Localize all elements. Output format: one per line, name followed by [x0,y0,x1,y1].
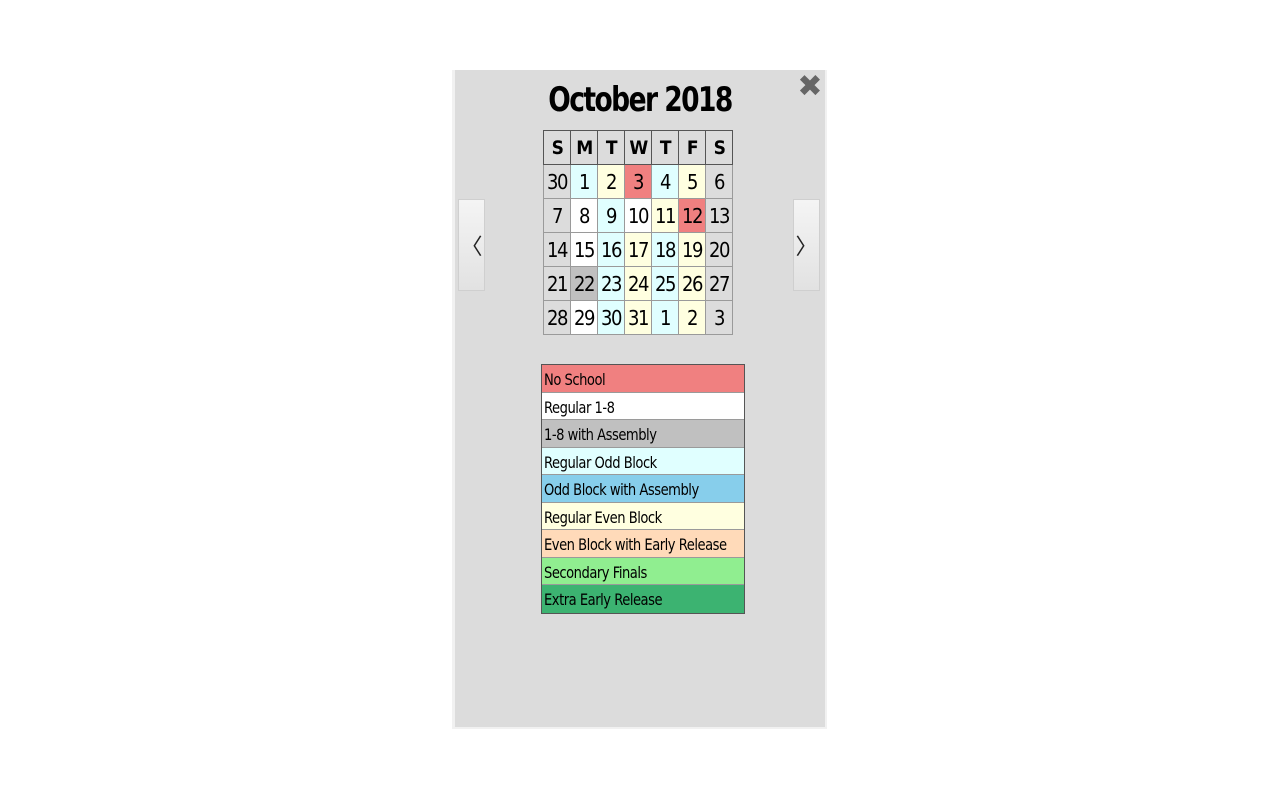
weekday-header: M [570,130,598,165]
legend-item: Regular Odd Block [542,447,744,475]
calendar-day-cell[interactable]: 13 [705,198,733,233]
calendar-day-cell[interactable]: 28 [543,300,571,335]
calendar-day-cell[interactable]: 14 [543,232,571,267]
chevron-left-icon: 〈 [460,235,483,260]
weekday-header: S [705,130,733,165]
weekday-header: T [597,130,625,165]
calendar-day-cell[interactable]: 16 [597,232,625,267]
calendar-day-cell[interactable]: 6 [705,164,733,199]
calendar-day-cell[interactable]: 8 [570,198,598,233]
legend-label: Regular 1-8 [544,397,615,417]
calendar-day-cell[interactable]: 9 [597,198,625,233]
calendar-day-cell[interactable]: 11 [651,198,679,233]
month-title: October 2018 [548,80,733,120]
previous-month-button[interactable]: 〈 [458,199,485,291]
calendar-day-cell[interactable]: 26 [678,266,706,301]
calendar-day-cell[interactable]: 3 [624,164,652,199]
legend-item: 1-8 with Assembly [542,420,744,448]
weekday-header-row: S M T W T F S [543,130,733,165]
calendar-day-cell[interactable]: 1 [570,164,598,199]
calendar-day-cell[interactable]: 2 [678,300,706,335]
calendar-day-cell[interactable]: 15 [570,232,598,267]
calendar-day-cell[interactable]: 3 [705,300,733,335]
calendar-day-cell[interactable]: 29 [570,300,598,335]
legend-label: No School [544,370,606,389]
legend-label: Regular Even Block [544,507,662,527]
legend-item: Regular Even Block [542,502,744,530]
legend-item: Odd Block with Assembly [542,475,744,503]
calendar-day-cell[interactable]: 18 [651,232,679,267]
next-month-button[interactable]: 〉 [793,199,820,291]
calendar-day-cell[interactable]: 2 [597,164,625,199]
calendar-week-row: 21 22 23 24 25 26 27 [543,266,733,301]
calendar-day-cell[interactable]: 19 [678,232,706,267]
calendar-day-cell[interactable]: 7 [543,198,571,233]
legend-label: Secondary Finals [544,562,647,582]
calendar-week-row: 7 8 9 10 11 12 13 [543,198,733,233]
legend-label: Regular Odd Block [544,452,657,472]
calendar-day-cell[interactable]: 22 [570,266,598,301]
calendar-grid: S M T W T F S 30 1 2 3 4 5 6 7 8 9 10 11 12 13 14 15 16 1… [543,130,733,335]
calendar-day-cell[interactable]: 23 [597,266,625,301]
weekday-header: F [678,130,706,165]
legend-item: Extra Early Release [542,585,744,613]
calendar-day-cell[interactable]: 5 [678,164,706,199]
calendar-day-cell[interactable]: 25 [651,266,679,301]
calendar-day-cell[interactable]: 12 [678,198,706,233]
day-type-legend: No School Regular 1-8 1-8 with Assembly Reg… [541,364,745,614]
calendar-panel: October 2018 ✖ 〈 〉 S M T W T F S 30 1 2 3 4 5… [452,70,827,729]
calendar-day-cell[interactable]: 31 [624,300,652,335]
calendar-week-row: 14 15 16 17 18 19 20 [543,232,733,267]
legend-label: Extra Early Release [544,590,663,609]
weekday-header: S [543,130,571,165]
calendar-week-row: 28 29 30 31 1 2 3 [543,300,733,335]
legend-label: Odd Block with Assembly [544,480,699,499]
calendar-week-row: 30 1 2 3 4 5 6 [543,164,733,199]
calendar-day-cell[interactable]: 21 [543,266,571,301]
calendar-day-cell[interactable]: 4 [651,164,679,199]
calendar-day-cell[interactable]: 17 [624,232,652,267]
calendar-day-cell[interactable]: 24 [624,266,652,301]
calendar-day-cell[interactable]: 30 [543,164,571,199]
legend-label: 1-8 with Assembly [544,425,657,444]
calendar-day-cell[interactable]: 1 [651,300,679,335]
weekday-header: T [651,130,679,165]
calendar-day-cell[interactable]: 20 [705,232,733,267]
legend-item: Secondary Finals [542,557,744,585]
calendar-day-cell[interactable]: 27 [705,266,733,301]
calendar-day-cell[interactable]: 10 [624,198,652,233]
weekday-header: W [624,130,652,165]
chevron-right-icon: 〉 [795,235,818,260]
legend-item: Even Block with Early Release [542,530,744,558]
legend-item: Regular 1-8 [542,392,744,420]
calendar-day-cell[interactable]: 30 [597,300,625,335]
close-icon[interactable]: ✖ [795,72,825,102]
legend-item: No School [542,365,744,393]
legend-label: Even Block with Early Release [544,535,727,554]
